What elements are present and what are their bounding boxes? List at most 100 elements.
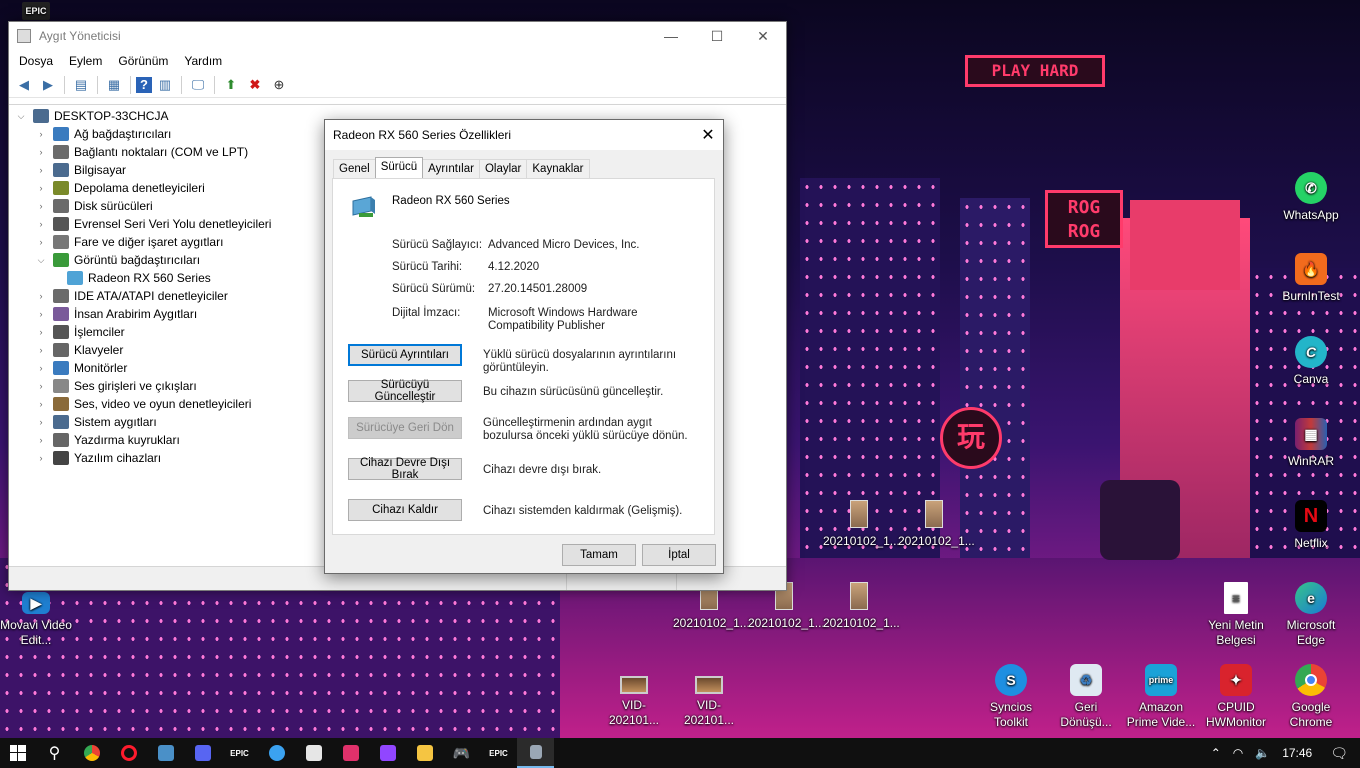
desktop-icon-winrar[interactable]: ▦ WinRAR — [1275, 418, 1347, 469]
tab-resources[interactable]: Kaynaklar — [526, 159, 590, 178]
rollback-driver-button[interactable]: Sürücüye Geri Dön — [348, 417, 462, 439]
expand-icon[interactable]: › — [35, 434, 47, 446]
expand-icon[interactable]: › — [35, 236, 47, 248]
desktop-icon-amazon[interactable]: prime Amazon Prime Vide... — [1125, 664, 1197, 730]
expand-icon[interactable]: › — [35, 146, 47, 158]
notification-icon[interactable]: 🗨 — [1318, 745, 1360, 762]
expand-icon[interactable]: › — [35, 452, 47, 464]
taskbar-app-gamepad[interactable]: 🎮 — [443, 738, 480, 768]
uninstall-device-button[interactable]: Cihazı Kaldır — [348, 499, 462, 521]
ok-button[interactable]: Tamam — [562, 544, 636, 566]
help-icon[interactable]: ? — [136, 76, 152, 93]
dialog-close-button[interactable]: ✕ — [693, 120, 723, 150]
desktop-icon-netflix[interactable]: N Netflix — [1275, 500, 1347, 551]
desktop-icon-edge[interactable]: e Microsoft Edge — [1275, 582, 1347, 648]
cancel-button[interactable]: İptal — [642, 544, 716, 566]
desktop-icon-movavi[interactable]: ▶ Movavi Video Edit... — [0, 592, 72, 648]
desktop-icon-burnintest[interactable]: 🔥 BurnInTest — [1275, 253, 1347, 304]
menu-view[interactable]: Görünüm — [110, 54, 176, 68]
close-button[interactable]: ✕ — [740, 22, 786, 50]
disable-device-description: Cihazı devre dışı bırak. — [483, 464, 602, 476]
disable-device-button[interactable]: Cihazı Devre Dışı Bırak — [348, 457, 462, 481]
hid-icon — [53, 307, 69, 321]
tray-chevron-up-icon[interactable]: ⌃ — [1205, 746, 1227, 760]
sound-icon — [53, 397, 69, 411]
desktop-icon-image[interactable]: 20210102_1... — [823, 582, 900, 631]
monitor-icon — [53, 361, 69, 375]
expand-icon[interactable]: › — [35, 344, 47, 356]
volume-icon[interactable]: 🔈 — [1249, 746, 1276, 760]
start-button[interactable] — [0, 738, 36, 768]
expand-icon[interactable]: › — [35, 290, 47, 302]
expand-icon[interactable]: › — [35, 182, 47, 194]
desktop-icon-video[interactable]: VID-202101... — [598, 676, 670, 728]
expand-icon[interactable]: › — [35, 308, 47, 320]
edge-icon: e — [1295, 582, 1327, 614]
action-pane-icon[interactable]: ▥ — [154, 75, 176, 95]
taskbar-opera[interactable] — [110, 738, 147, 768]
tab-general[interactable]: Genel — [333, 159, 376, 178]
menu-file[interactable]: Dosya — [11, 54, 61, 68]
desktop-icon-image[interactable]: 20210102_1... — [898, 500, 975, 549]
back-icon[interactable]: ◀ — [13, 75, 35, 95]
desktop-icon-image[interactable]: 20210102_1... — [823, 500, 900, 549]
scan-hardware-icon[interactable]: 🖵 — [187, 75, 209, 95]
driver-details-button[interactable]: Sürücü Ayrıntıları — [348, 344, 462, 366]
wifi-icon[interactable]: ◠ — [1227, 746, 1249, 760]
desktop-icon-video[interactable]: VID-202101... — [673, 676, 745, 728]
expand-icon[interactable]: › — [35, 416, 47, 428]
desktop-icon-recycle-bin[interactable]: ♻ Geri Dönüşü... — [1050, 664, 1122, 730]
desktop-icon-syncios[interactable]: S Syncios Toolkit — [975, 664, 1047, 730]
update-driver-icon[interactable]: ⬆ — [220, 75, 242, 95]
taskbar-chrome[interactable] — [73, 738, 110, 768]
collapse-icon[interactable]: ⌵ — [35, 254, 47, 266]
taskbar-discord[interactable] — [184, 738, 221, 768]
desktop-icon-new-text[interactable]: ≡ Yeni Metin Belgesi — [1200, 582, 1272, 648]
update-driver-button[interactable]: Sürücüyü Güncelleştir — [348, 379, 462, 403]
expand-icon[interactable]: › — [35, 218, 47, 230]
properties-icon[interactable]: ▦ — [103, 75, 125, 95]
taskbar-app-pink[interactable] — [332, 738, 369, 768]
minimize-button[interactable]: — — [648, 22, 694, 50]
desktop-icon-chrome[interactable]: Google Chrome — [1275, 664, 1347, 730]
maximize-button[interactable]: ☐ — [694, 22, 740, 50]
collapse-icon[interactable]: ⌵ — [15, 110, 27, 122]
search-button[interactable]: ⚲ — [36, 738, 73, 768]
taskbar-store[interactable] — [295, 738, 332, 768]
uninstall-device-icon[interactable]: ✖ — [244, 75, 266, 95]
tab-details[interactable]: Ayrıntılar — [422, 159, 480, 178]
taskbar-epic-2[interactable]: EPIC — [480, 738, 517, 768]
forward-icon[interactable]: ▶ — [37, 75, 59, 95]
epic-games-icon: EPIC — [22, 2, 50, 20]
expand-icon[interactable]: › — [35, 398, 47, 410]
expand-icon[interactable]: › — [35, 200, 47, 212]
rog-sign-line-2: ROG — [1067, 221, 1101, 242]
desktop-icon-cpuid[interactable]: ✦ CPUID HWMonitor — [1200, 664, 1272, 730]
taskbar-twitch[interactable] — [369, 738, 406, 768]
taskbar-control-panel[interactable] — [147, 738, 184, 768]
expand-icon[interactable]: › — [35, 362, 47, 374]
disable-device-icon[interactable]: ⊕ — [268, 75, 290, 95]
expand-icon[interactable]: › — [35, 380, 47, 392]
taskbar-device-manager[interactable] — [517, 738, 554, 768]
desktop-icon-whatsapp[interactable]: ✆ WhatsApp — [1275, 172, 1347, 223]
desktop-icon-label: Microsoft Edge — [1286, 618, 1336, 647]
desktop-icon-canva[interactable]: C Canva — [1275, 336, 1347, 387]
rog-sign-line-1: ROG — [1067, 197, 1101, 218]
image-thumbnail-icon — [850, 582, 868, 610]
clock[interactable]: 17:46 — [1276, 746, 1318, 760]
driver-provider-value: Advanced Micro Devices, Inc. — [488, 239, 640, 251]
taskbar-epic[interactable]: EPIC — [221, 738, 258, 768]
taskbar-app-blue[interactable] — [258, 738, 295, 768]
expand-icon[interactable]: › — [35, 164, 47, 176]
tab-events[interactable]: Olaylar — [478, 159, 528, 178]
tab-driver[interactable]: Sürücü — [374, 157, 424, 178]
expand-icon[interactable]: › — [35, 326, 47, 338]
tree-item-label: Radeon RX 560 Series — [88, 271, 211, 285]
menu-help[interactable]: Yardım — [176, 54, 230, 68]
taskbar-file-explorer[interactable] — [406, 738, 443, 768]
menu-action[interactable]: Eylem — [61, 54, 110, 68]
text-document-icon: ≡ — [1224, 582, 1248, 614]
expand-icon[interactable]: › — [35, 128, 47, 140]
show-hide-tree-icon[interactable]: ▤ — [70, 75, 92, 95]
